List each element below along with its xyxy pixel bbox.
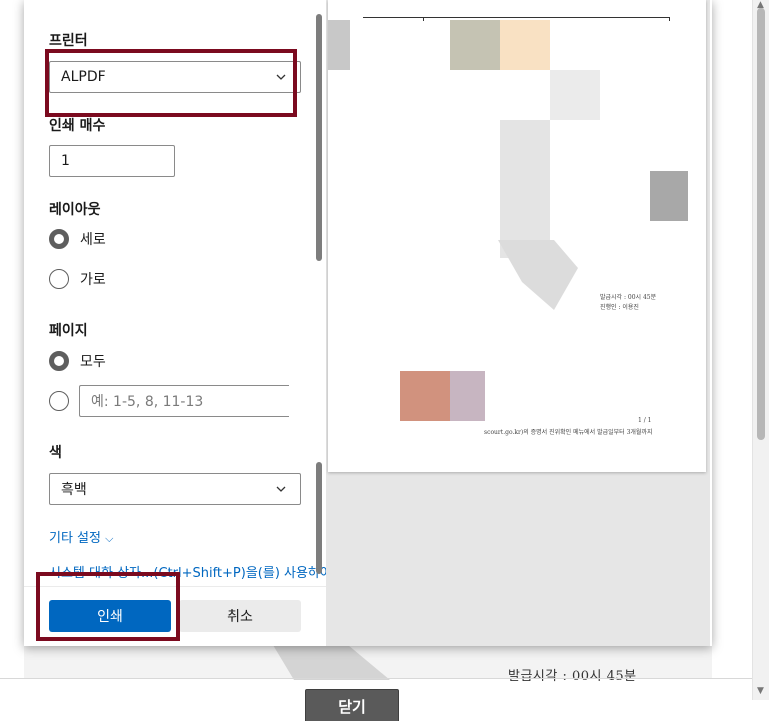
layout-option-landscape[interactable]: 가로: [49, 269, 106, 289]
radio-pages-all[interactable]: [49, 351, 69, 371]
landscape-label: 가로: [80, 272, 106, 288]
preview-page-number: 1 / 1: [638, 417, 652, 424]
color-label: 색: [49, 445, 62, 461]
redaction-block: [500, 170, 550, 220]
print-button-highlight-box: [36, 572, 180, 641]
redaction-block: [550, 70, 600, 120]
settings-scrollbar-thumb[interactable]: [316, 462, 322, 574]
redaction-block: [450, 20, 500, 70]
preview-page: 발급시각 : 00시 45분 진행인 : 이용진 1 / 1 scourt.go…: [328, 0, 706, 472]
layout-option-portrait[interactable]: 세로: [49, 229, 106, 249]
redaction-block: [500, 20, 550, 70]
layout-label: 레이아웃: [49, 202, 101, 218]
radio-landscape[interactable]: [49, 269, 69, 289]
copies-label: 인쇄 매수: [49, 118, 106, 134]
page-scrollbar-thumb[interactable]: [757, 8, 765, 440]
settings-scrollbar-thumb[interactable]: [316, 14, 322, 261]
settings-scrollbar[interactable]: [316, 14, 322, 574]
close-button[interactable]: 닫기: [305, 689, 399, 721]
redaction-block: [450, 371, 485, 421]
color-select[interactable]: 흑백: [49, 473, 301, 505]
table-top-rule: [363, 17, 670, 18]
portrait-label: 세로: [80, 232, 106, 248]
preview-footer-note: scourt.go.kr)의 증명서 진위확인 메뉴에서 발급일부터 3개월까지: [484, 429, 653, 436]
pages-all-label: 모두: [80, 354, 106, 370]
divider: [0, 678, 769, 679]
color-select-value: 흑백: [61, 482, 87, 498]
scroll-down-icon[interactable]: ▼: [757, 686, 764, 696]
printer-highlight-box: [45, 49, 297, 117]
pages-option-custom[interactable]: [49, 391, 80, 411]
redaction-block: [328, 20, 350, 70]
radio-portrait[interactable]: [49, 229, 69, 249]
table-tick: [669, 17, 670, 21]
preview-watermark: [498, 240, 578, 310]
pages-label: 페이지: [49, 323, 88, 339]
pages-range-input[interactable]: 예: 1-5, 8, 11-13: [79, 385, 289, 417]
redaction-block: [500, 120, 550, 170]
cancel-button[interactable]: 취소: [179, 600, 301, 632]
printer-label: 프린터: [49, 33, 88, 49]
more-settings-label: 기타 설정: [49, 531, 101, 546]
pages-option-all[interactable]: 모두: [49, 351, 106, 371]
radio-pages-custom[interactable]: [49, 391, 69, 411]
background-issue-time: 발급시각 : 00시 45분: [508, 669, 637, 684]
redaction-block: [400, 371, 450, 421]
chevron-down-icon: [276, 486, 286, 492]
copies-input[interactable]: 1: [49, 145, 175, 177]
table-tick: [423, 17, 424, 21]
preview-issue-time: 발급시각 : 00시 45분: [600, 294, 657, 301]
more-settings-link[interactable]: 기타 설정 ⌵: [49, 527, 113, 546]
preview-issuer: 진행인 : 이용진: [600, 304, 639, 311]
chevron-down-icon: ⌵: [105, 532, 114, 545]
page-scrollbar[interactable]: ▲ ▼: [752, 0, 769, 700]
redaction-block: [650, 171, 688, 221]
